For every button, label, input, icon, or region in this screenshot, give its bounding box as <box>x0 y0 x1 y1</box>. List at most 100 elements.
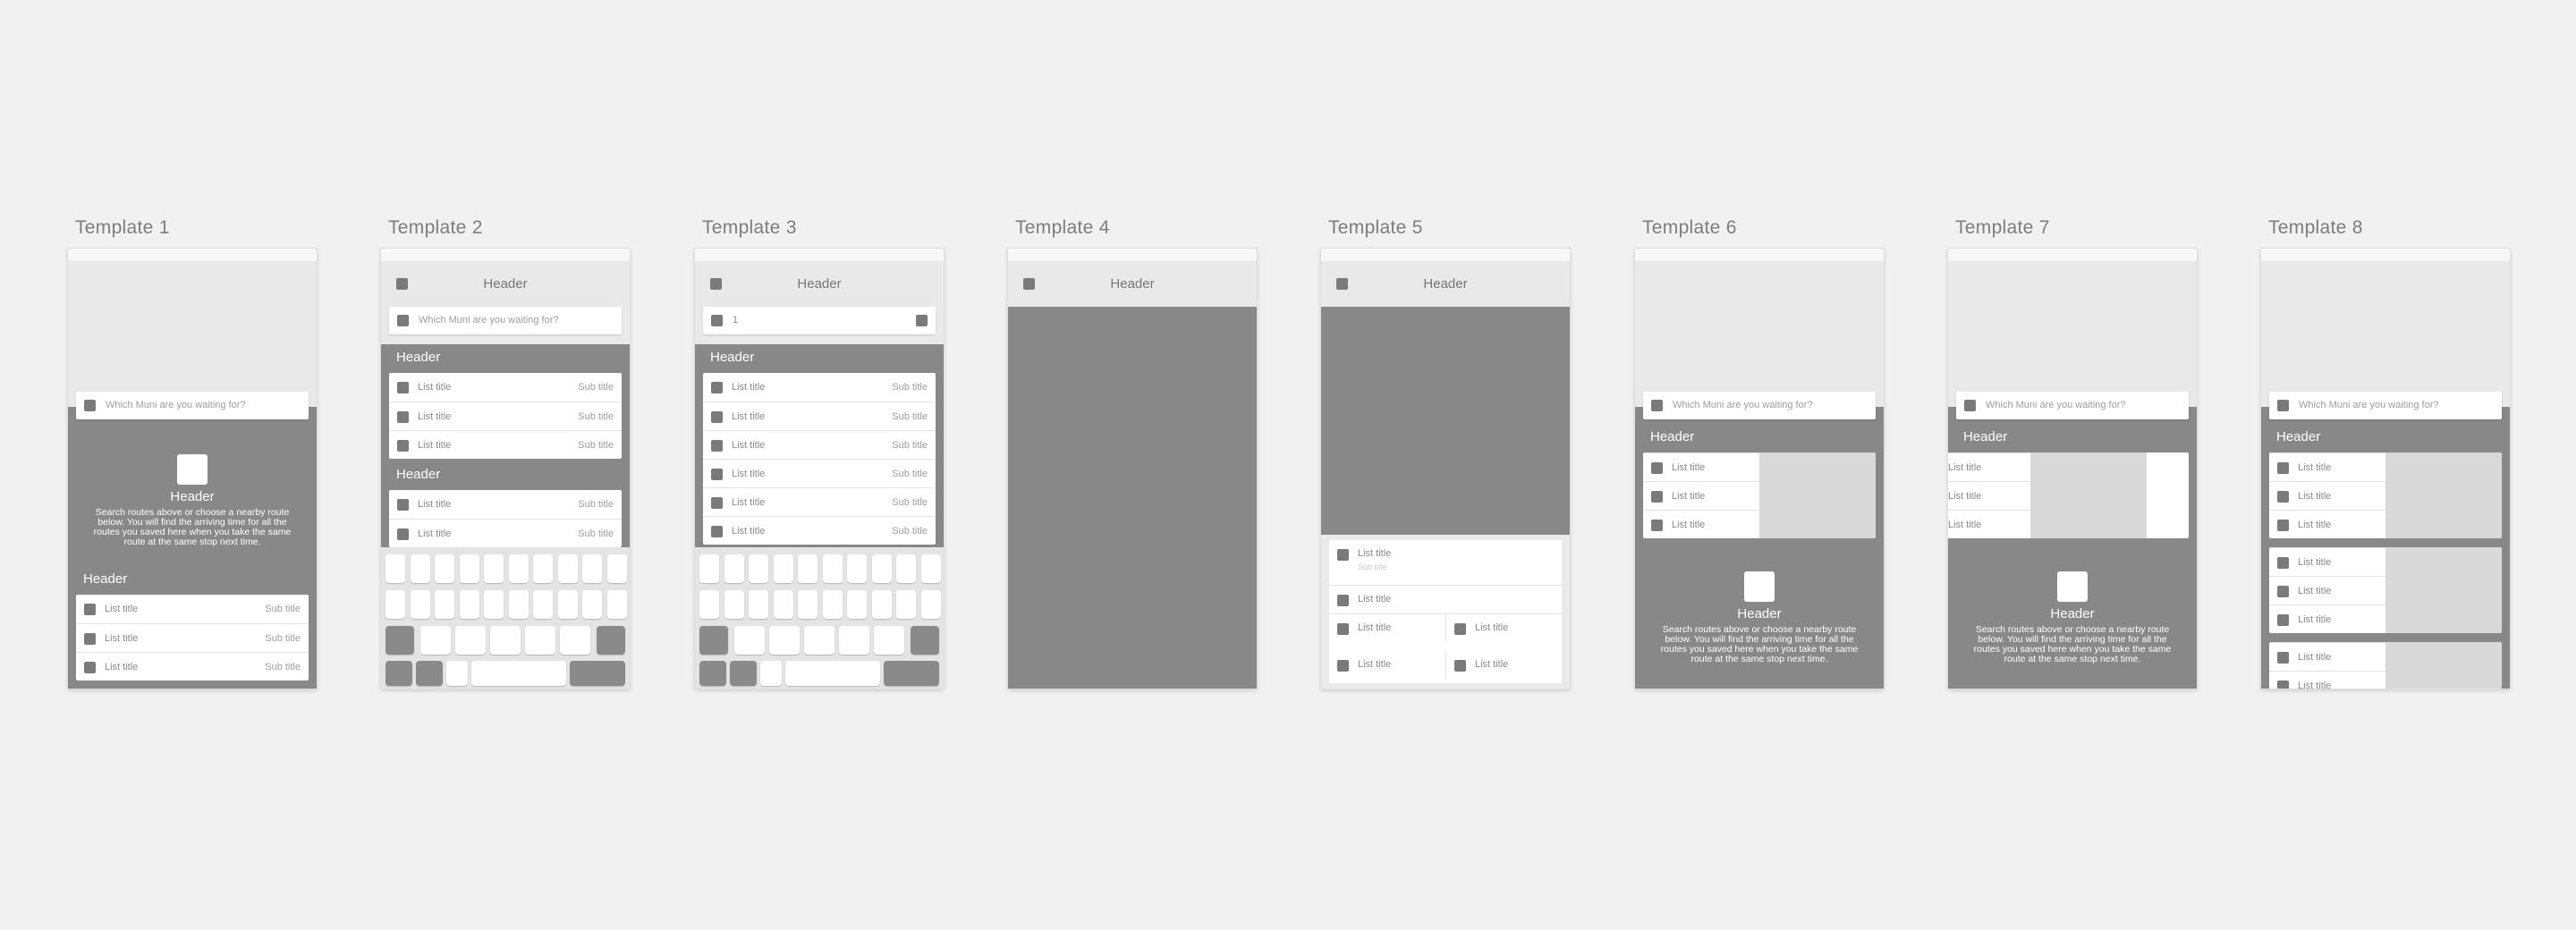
keyboard-key[interactable] <box>557 590 578 619</box>
shift-key[interactable] <box>386 626 414 655</box>
keyboard-key[interactable] <box>804 626 835 655</box>
search-input[interactable]: Which Muni are you waiting for? <box>1956 392 2189 419</box>
search-input[interactable]: Which Muni are you waiting for? <box>2269 392 2502 419</box>
keyboard-key[interactable] <box>386 554 405 583</box>
keyboard-key[interactable] <box>871 590 892 619</box>
keyboard-key[interactable] <box>874 626 904 655</box>
keyboard-key[interactable] <box>871 554 892 583</box>
list-item[interactable]: List title <box>2269 642 2385 671</box>
keyboard-key[interactable] <box>560 626 590 655</box>
list-item[interactable]: List title <box>1948 452 2030 481</box>
clear-icon[interactable] <box>916 315 928 326</box>
keyboard-key[interactable] <box>847 590 867 619</box>
keyboard-key[interactable] <box>508 554 529 583</box>
list-item[interactable]: List title Sub title <box>389 519 622 547</box>
search-input[interactable]: Which Muni are you waiting for? <box>1643 392 1876 419</box>
keyboard-key[interactable] <box>699 590 719 619</box>
keyboard-key[interactable] <box>557 554 578 583</box>
search-input[interactable]: Which Muni are you waiting for? <box>76 392 309 419</box>
emoji-key[interactable] <box>416 661 443 686</box>
keyboard-key[interactable] <box>699 554 719 583</box>
keyboard-key[interactable] <box>410 590 430 619</box>
list-item[interactable]: List title <box>2269 452 2385 481</box>
list-item[interactable]: List title Sub title <box>76 623 309 652</box>
keyboard-key[interactable] <box>920 590 941 619</box>
list-item[interactable]: List title <box>2269 604 2385 633</box>
keyboard-key[interactable] <box>420 626 451 655</box>
list-item[interactable]: List title <box>1445 651 1562 680</box>
keyboard-key[interactable] <box>455 626 486 655</box>
list-item[interactable]: List title <box>1643 452 1759 481</box>
keyboard-key[interactable] <box>533 590 553 619</box>
keyboard-key[interactable] <box>749 590 768 619</box>
space-key[interactable] <box>785 661 880 686</box>
keyboard-key[interactable] <box>435 554 454 583</box>
keyboard-key[interactable] <box>490 626 521 655</box>
keyboard-key[interactable] <box>724 590 744 619</box>
keyboard-key[interactable] <box>508 590 529 619</box>
list-item[interactable]: List title <box>1329 651 1445 680</box>
list-item[interactable]: List title <box>1948 481 2030 510</box>
keyboard-key[interactable] <box>896 590 916 619</box>
list-item[interactable]: List title <box>1329 585 1562 613</box>
keyboard-key[interactable] <box>525 626 555 655</box>
list-item[interactable]: List title <box>1643 481 1759 510</box>
list-item[interactable]: List title Sub title <box>703 459 936 487</box>
keyboard-key[interactable] <box>446 661 468 686</box>
keyboard-key[interactable] <box>606 554 627 583</box>
keyboard-key[interactable] <box>724 554 744 583</box>
keyboard-key[interactable] <box>410 554 430 583</box>
keyboard-key[interactable] <box>386 590 405 619</box>
list-item[interactable]: List title Sub title <box>703 373 936 402</box>
list-item[interactable]: List title <box>1643 510 1759 538</box>
list-item[interactable]: List title <box>2269 576 2385 604</box>
list-item[interactable]: List title Sub title <box>703 402 936 430</box>
numbers-key[interactable] <box>699 661 726 686</box>
list-item[interactable]: List title <box>2269 547 2385 576</box>
search-input[interactable]: 1 <box>703 307 936 334</box>
keyboard-key[interactable] <box>459 554 479 583</box>
keyboard-key[interactable] <box>773 590 793 619</box>
keyboard-key[interactable] <box>798 590 818 619</box>
keyboard-key[interactable] <box>749 554 768 583</box>
keyboard-key[interactable] <box>734 626 765 655</box>
keyboard-key[interactable] <box>459 590 479 619</box>
keyboard-key[interactable] <box>582 590 602 619</box>
list-card-swiped[interactable]: List title List title List title <box>1948 452 2189 538</box>
list-item[interactable]: List title Sub title <box>703 487 936 516</box>
list-item[interactable]: List title Sub title <box>389 373 622 402</box>
list-item[interactable]: List title Sub title <box>703 430 936 459</box>
list-item[interactable]: List title Sub title <box>1329 540 1562 585</box>
list-item[interactable]: List title Sub title <box>389 402 622 430</box>
backspace-key[interactable] <box>597 626 625 655</box>
list-item[interactable]: List title <box>2269 671 2385 689</box>
backspace-key[interactable] <box>911 626 939 655</box>
shift-key[interactable] <box>699 626 728 655</box>
keyboard-key[interactable] <box>606 590 627 619</box>
list-item[interactable]: List title Sub title <box>389 430 622 459</box>
search-input[interactable]: Which Muni are you waiting for? <box>389 307 622 334</box>
keyboard-key[interactable] <box>484 554 504 583</box>
space-key[interactable] <box>471 661 566 686</box>
numbers-key[interactable] <box>386 661 412 686</box>
keyboard-key[interactable] <box>582 554 602 583</box>
keyboard-key[interactable] <box>839 626 869 655</box>
list-item[interactable]: List title <box>1329 613 1445 642</box>
keyboard-key[interactable] <box>798 554 818 583</box>
keyboard-key[interactable] <box>822 590 843 619</box>
keyboard-key[interactable] <box>920 554 941 583</box>
keyboard-key[interactable] <box>773 554 793 583</box>
list-item[interactable]: List title <box>1445 613 1562 642</box>
emoji-key[interactable] <box>730 661 757 686</box>
keyboard-key[interactable] <box>435 590 454 619</box>
keyboard-key[interactable] <box>822 554 843 583</box>
keyboard-key[interactable] <box>896 554 916 583</box>
list-item[interactable]: List title <box>1948 510 2030 538</box>
list-item[interactable]: List title Sub title <box>703 516 936 545</box>
list-item[interactable]: List title Sub title <box>76 652 309 681</box>
list-item[interactable]: List title Sub title <box>389 490 622 519</box>
keyboard-key[interactable] <box>533 554 553 583</box>
keyboard-key[interactable] <box>847 554 867 583</box>
keyboard-key[interactable] <box>769 626 800 655</box>
keyboard-key[interactable] <box>484 590 504 619</box>
